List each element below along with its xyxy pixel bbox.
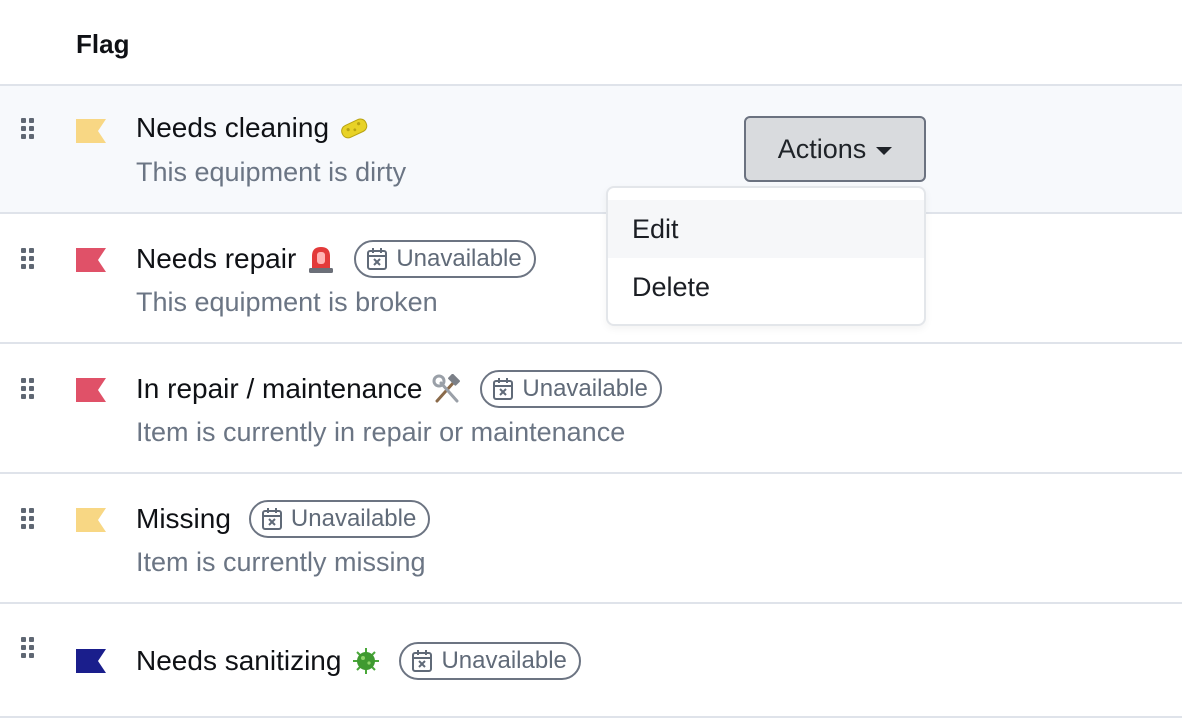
flag-description: This equipment is dirty — [136, 157, 407, 187]
flag-title: In repair / maintenance — [136, 373, 423, 404]
menu-item-edit[interactable]: Edit — [608, 200, 924, 258]
drag-handle-icon[interactable] — [21, 508, 37, 530]
drag-handle-icon[interactable] — [21, 118, 37, 140]
drag-handle-icon[interactable] — [21, 378, 37, 400]
microbe-emoji-icon — [353, 648, 380, 674]
unavailable-badge: Unavailable — [399, 642, 581, 680]
calendar-x-icon — [493, 378, 514, 400]
table-row[interactable]: Needs repair Unavailable This equipment … — [0, 214, 1182, 344]
badge-label: Unavailable — [396, 245, 522, 272]
flag-icon — [76, 649, 106, 673]
flag-description: This equipment is broken — [136, 287, 438, 317]
flag-title: Needs cleaning — [136, 112, 330, 143]
sponge-emoji-icon — [341, 118, 368, 139]
table-row[interactable]: Missing Unavailable Item is currently mi… — [0, 474, 1182, 604]
table-row[interactable]: Needs sanitizing Unavailable — [0, 604, 1182, 718]
table-row[interactable]: Needs cleaning This equipment is dirty — [0, 86, 1182, 214]
badge-label: Unavailable — [441, 647, 567, 674]
flag-title: Needs repair — [136, 243, 297, 274]
flag-icon — [76, 119, 106, 143]
drag-handle-icon[interactable] — [21, 637, 37, 659]
table-header: Flag — [0, 0, 1182, 86]
actions-dropdown-button[interactable]: Actions — [744, 116, 926, 182]
hammer-and-wrench-emoji-icon — [432, 374, 461, 403]
menu-item-delete[interactable]: Delete — [608, 258, 924, 316]
column-header-flag: Flag — [76, 29, 130, 59]
calendar-x-icon — [261, 508, 282, 530]
badge-label: Unavailable — [522, 375, 648, 402]
flag-description: Item is currently missing — [136, 547, 426, 577]
table-row[interactable]: In repair / maintenance Unavailable Item… — [0, 344, 1182, 474]
police-light-emoji-icon — [309, 247, 334, 273]
flag-icon — [76, 248, 106, 272]
flags-table: Flag Needs cleaning This equipment is di… — [0, 0, 1182, 718]
actions-menu: Edit Delete — [606, 186, 926, 326]
flag-title: Missing — [136, 503, 231, 534]
actions-button-label: Actions — [777, 133, 867, 164]
flag-icon — [76, 378, 106, 402]
badge-label: Unavailable — [290, 505, 417, 532]
calendar-x-icon — [367, 248, 388, 270]
unavailable-badge: Unavailable — [480, 370, 662, 408]
flag-title: Needs sanitizing — [136, 645, 342, 676]
unavailable-badge: Unavailable — [354, 240, 536, 278]
flag-icon — [76, 508, 106, 532]
drag-handle-icon[interactable] — [21, 248, 37, 270]
unavailable-badge: Unavailable — [248, 500, 431, 538]
calendar-x-icon — [412, 650, 433, 672]
caret-down-icon — [876, 147, 893, 155]
flag-description: Item is currently in repair or maintenan… — [136, 417, 626, 447]
